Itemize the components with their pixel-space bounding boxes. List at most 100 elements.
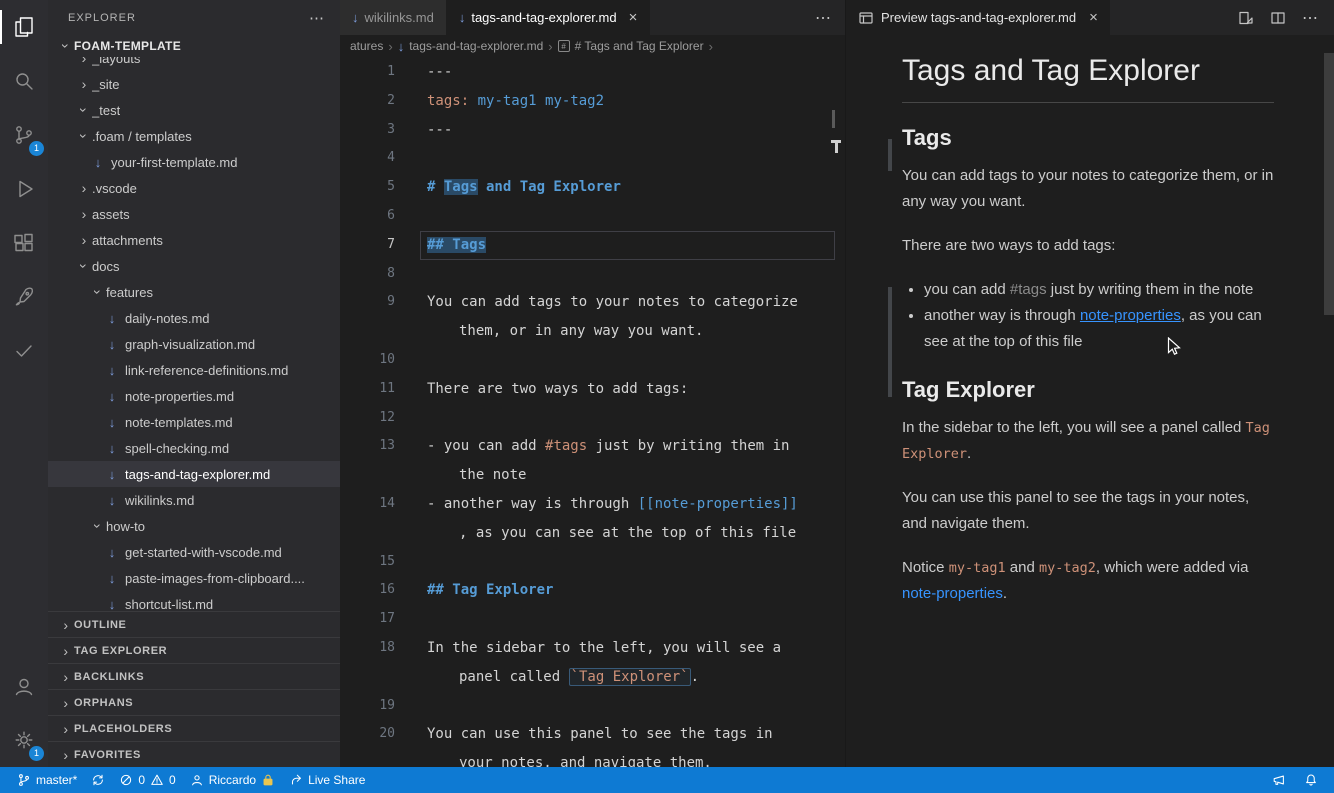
section-backlinks[interactable]: ›BACKLINKS: [48, 663, 340, 689]
editor-more-actions-icon[interactable]: ⋯: [801, 0, 845, 35]
section-favorites[interactable]: ›FAVORITES: [48, 741, 340, 767]
tree-item-test[interactable]: ›_test: [48, 97, 340, 123]
tree-item-tags-and-tag-explorer-md[interactable]: ↓tags-and-tag-explorer.md: [48, 461, 340, 487]
close-icon[interactable]: ×: [1089, 9, 1098, 26]
code-line-text: There are two ways to add tags:: [427, 375, 845, 404]
code-line[interactable]: 12: [340, 404, 845, 433]
markdown-file-icon: ↓: [459, 10, 466, 25]
tree-item-foam-templates[interactable]: ›.foam / templates: [48, 123, 340, 149]
preview-scrollbar[interactable]: [1324, 35, 1334, 767]
code-line[interactable]: , as you can see at the top of this file: [340, 519, 845, 548]
code-line[interactable]: 3---: [340, 116, 845, 145]
tree-item-vscode[interactable]: ›.vscode: [48, 175, 340, 201]
tree-item-layouts[interactable]: ›_layouts: [48, 57, 340, 71]
chevron-down-icon: ›: [58, 38, 74, 54]
extensions-view-button[interactable]: [0, 216, 48, 270]
rocket-view-button[interactable]: [0, 270, 48, 324]
tree-item-label: note-properties.md: [125, 389, 234, 404]
text: and: [1006, 559, 1039, 576]
check-icon: [12, 339, 36, 363]
tree-item-shortcut-list-md[interactable]: ↓shortcut-list.md: [48, 591, 340, 611]
code-line[interactable]: 13- you can add #tags just by writing th…: [340, 432, 845, 461]
git-branch-status[interactable]: master*: [10, 767, 84, 793]
code-line[interactable]: 10: [340, 346, 845, 375]
code-line[interactable]: 16## Tag Explorer: [340, 576, 845, 605]
tree-item-get-started-with-vscode-md[interactable]: ↓get-started-with-vscode.md: [48, 539, 340, 565]
code-line[interactable]: 19: [340, 692, 845, 721]
code-line[interactable]: 5# Tags and Tag Explorer: [340, 173, 845, 202]
tab-tags-and-tag-explorer[interactable]: ↓ tags-and-tag-explorer.md ×: [447, 0, 651, 35]
preview-paragraph: You can add tags to your notes to catego…: [902, 163, 1274, 215]
user-session-status[interactable]: Riccardo: [183, 767, 282, 793]
code-line[interactable]: the note: [340, 461, 845, 490]
code-line[interactable]: 14- another way is through [[note-proper…: [340, 490, 845, 519]
code-line[interactable]: your notes, and navigate them.: [340, 749, 845, 767]
live-share-button[interactable]: Live Share: [282, 767, 372, 793]
code-line[interactable]: 4: [340, 144, 845, 173]
explorer-more-actions-icon[interactable]: ⋯: [309, 9, 324, 27]
line-number: 5: [340, 173, 395, 202]
notifications-bell-icon[interactable]: [1298, 773, 1324, 787]
code-line[interactable]: panel called `Tag Explorer`.: [340, 663, 845, 692]
tree-item-wikilinks-md[interactable]: ↓wikilinks.md: [48, 487, 340, 513]
code-line[interactable]: 2tags: my-tag1 my-tag2: [340, 87, 845, 116]
code-line[interactable]: 11There are two ways to add tags:: [340, 375, 845, 404]
tree-item-spell-checking-md[interactable]: ↓spell-checking.md: [48, 435, 340, 461]
split-editor-icon[interactable]: [1270, 10, 1286, 26]
breadcrumb-item-symbol[interactable]: # Tags and Tag Explorer: [575, 39, 704, 53]
code-line[interactable]: 20You can use this panel to see the tags…: [340, 720, 845, 749]
code-line[interactable]: them, or in any way you want.: [340, 317, 845, 346]
explorer-view-button[interactable]: [0, 0, 48, 54]
section-placeholders[interactable]: ›PLACEHOLDERS: [48, 715, 340, 741]
tab-wikilinks[interactable]: ↓ wikilinks.md: [340, 0, 447, 35]
tab-preview[interactable]: Preview tags-and-tag-explorer.md ×: [846, 0, 1110, 35]
code-line[interactable]: 6: [340, 202, 845, 231]
tree-item-site[interactable]: ›_site: [48, 71, 340, 97]
tree-item-features[interactable]: ›features: [48, 279, 340, 305]
section-outline[interactable]: ›OUTLINE: [48, 611, 340, 637]
tree-item-graph-visualization-md[interactable]: ↓graph-visualization.md: [48, 331, 340, 357]
tree-item-daily-notes-md[interactable]: ↓daily-notes.md: [48, 305, 340, 331]
tree-item-assets[interactable]: ›assets: [48, 201, 340, 227]
tree-item-label: _layouts: [92, 57, 140, 66]
breadcrumb-item-folder[interactable]: atures: [350, 39, 383, 53]
test-view-button[interactable]: [0, 324, 48, 378]
section-orphans[interactable]: ›ORPHANS: [48, 689, 340, 715]
show-source-icon[interactable]: [1238, 10, 1254, 26]
close-icon[interactable]: ×: [629, 9, 638, 26]
tree-item-attachments[interactable]: ›attachments: [48, 227, 340, 253]
feedback-icon[interactable]: [1266, 773, 1292, 787]
code-editor[interactable]: 1---2tags: my-tag1 my-tag23---45# Tags a…: [340, 57, 845, 767]
project-root-item[interactable]: › FOAM-TEMPLATE: [48, 35, 340, 57]
run-debug-view-button[interactable]: [0, 162, 48, 216]
tree-item-docs[interactable]: ›docs: [48, 253, 340, 279]
code-line[interactable]: 9You can add tags to your notes to categ…: [340, 288, 845, 317]
tree-item-label: wikilinks.md: [125, 493, 194, 508]
code-line[interactable]: 8: [340, 260, 845, 289]
note-properties-link[interactable]: note-properties: [1080, 307, 1181, 324]
source-control-view-button[interactable]: 1: [0, 108, 48, 162]
inline-code: my-tag1: [949, 560, 1006, 576]
sync-changes-button[interactable]: [84, 767, 112, 793]
section-tag-explorer[interactable]: ›TAG EXPLORER: [48, 637, 340, 663]
problems-status[interactable]: 0 0: [112, 767, 182, 793]
tree-item-paste-images-from-clipboard[interactable]: ↓paste-images-from-clipboard....: [48, 565, 340, 591]
search-view-button[interactable]: [0, 54, 48, 108]
preview-more-actions-icon[interactable]: ⋯: [1302, 8, 1318, 28]
tree-item-how-to[interactable]: ›how-to: [48, 513, 340, 539]
code-token: ## Tags: [427, 237, 486, 253]
scrollbar-thumb[interactable]: [1324, 53, 1334, 315]
breadcrumb-item-file[interactable]: tags-and-tag-explorer.md: [409, 39, 543, 53]
code-line[interactable]: 18In the sidebar to the left, you will s…: [340, 634, 845, 663]
code-line[interactable]: 15: [340, 548, 845, 577]
tree-item-note-templates-md[interactable]: ↓note-templates.md: [48, 409, 340, 435]
tree-item-link-reference-definitions-md[interactable]: ↓link-reference-definitions.md: [48, 357, 340, 383]
account-button[interactable]: [0, 659, 48, 713]
tree-item-note-properties-md[interactable]: ↓note-properties.md: [48, 383, 340, 409]
code-line[interactable]: 7## Tags: [340, 231, 845, 260]
code-line[interactable]: 17: [340, 605, 845, 634]
code-line[interactable]: 1---: [340, 58, 845, 87]
tree-item-your-first-template-md[interactable]: ↓your-first-template.md: [48, 149, 340, 175]
note-properties-link[interactable]: note-properties: [902, 585, 1003, 602]
settings-button[interactable]: 1: [0, 713, 48, 767]
